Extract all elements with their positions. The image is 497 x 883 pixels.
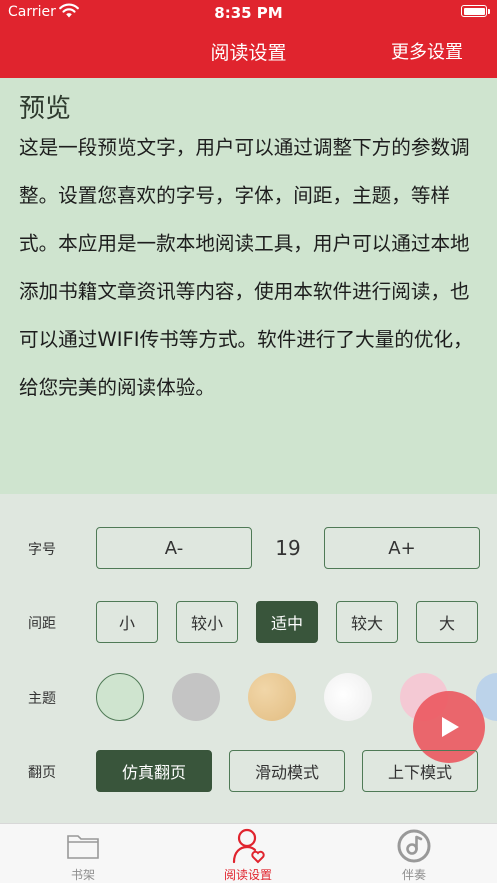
preview-text: 这是一段预览文字，用户可以通过调整下方的参数调整。设置您喜欢的字号，字体，间距，… [19,136,473,399]
spacing-option-small[interactable]: 小 [96,601,158,643]
page-turn-slide[interactable]: 滑动模式 [229,750,345,792]
page-turn-vertical[interactable]: 上下模式 [362,750,478,792]
status-time: 8:35 PM [214,4,283,22]
folder-icon [67,835,99,859]
tab-bookshelf[interactable]: 书架 [43,826,123,882]
battery-tip [488,9,490,14]
theme-swatch-white-marble[interactable] [324,673,372,721]
preview-heading: 预览 [19,94,72,124]
tab-accompaniment-label: 伴奏 [401,868,426,882]
tab-bookshelf-label: 书架 [70,868,95,882]
theme-label: 主题 [28,691,56,707]
user-heart-icon [232,828,265,864]
spacing-option-larger[interactable]: 较大 [336,601,398,643]
tab-accompaniment[interactable]: 伴奏 [374,826,454,882]
font-size-value: 19 [275,536,301,560]
tab-reading-settings[interactable]: 阅读设置 [208,826,288,882]
tab-reading-settings-label: 阅读设置 [223,868,272,882]
font-increase-button[interactable]: A+ [324,527,480,569]
spacing-label: 间距 [28,616,56,632]
spacing-option-large[interactable]: 大 [416,601,478,643]
play-icon [442,717,459,737]
theme-swatch-light-green[interactable] [96,673,144,721]
spacing-option-medium[interactable]: 适中 [256,601,318,643]
spacing-option-smaller[interactable]: 较小 [176,601,238,643]
page-turn-simulation[interactable]: 仿真翻页 [96,750,212,792]
more-settings-button[interactable]: 更多设置 [391,38,463,64]
font-size-label: 字号 [28,542,56,558]
font-decrease-button[interactable]: A- [96,527,252,569]
battery-icon [461,5,487,17]
theme-swatch-paper-tan[interactable] [248,673,296,721]
theme-swatch-gray[interactable] [172,673,220,721]
page-turn-label: 翻页 [28,765,56,781]
music-disc-icon [397,829,431,863]
